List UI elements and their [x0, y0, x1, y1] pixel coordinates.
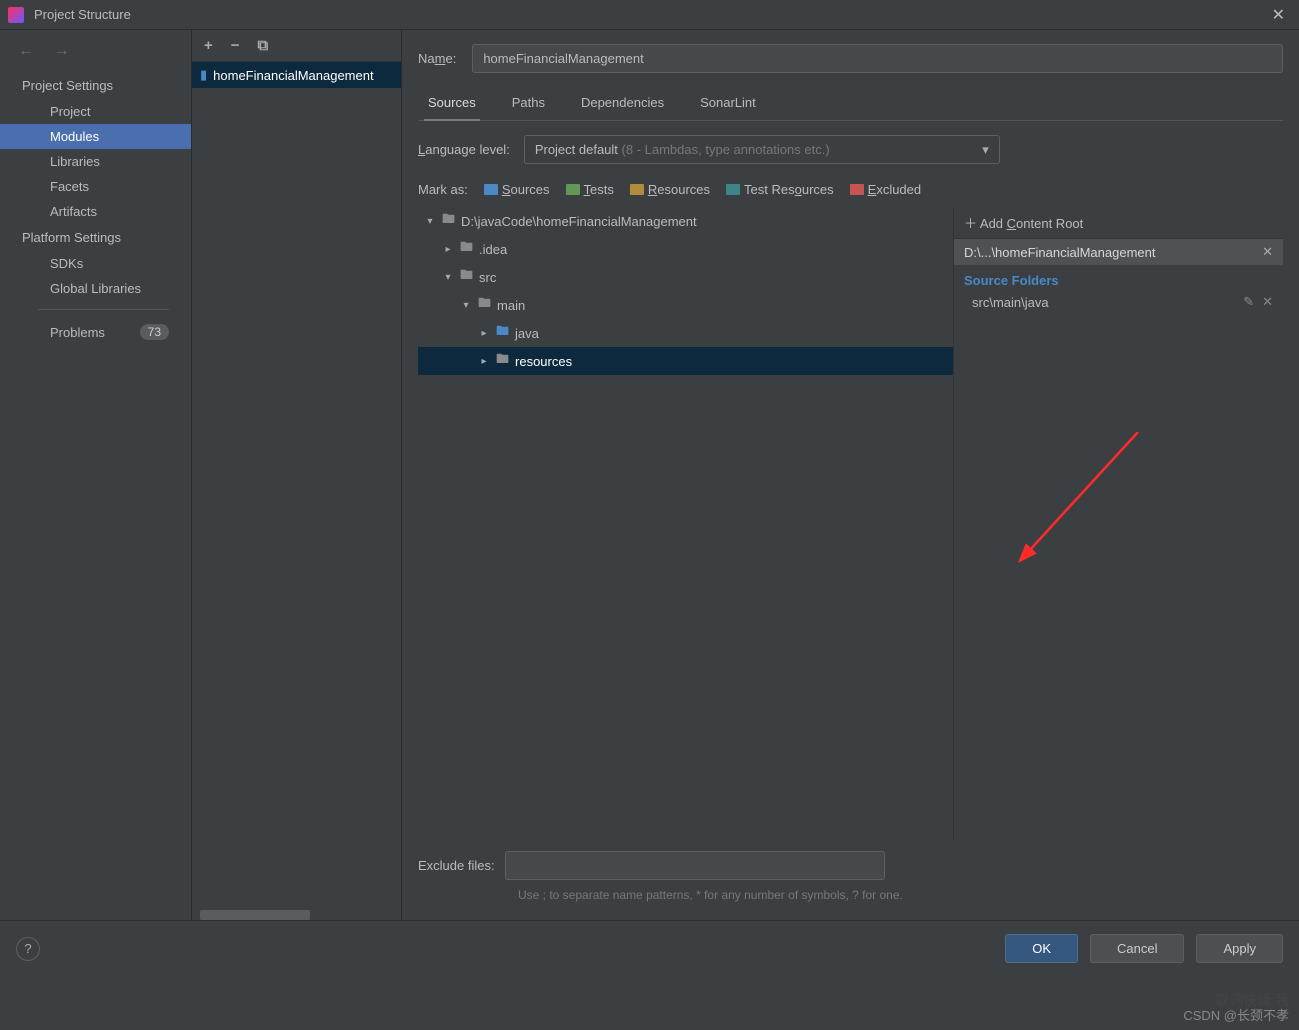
nav-facets[interactable]: Facets	[0, 174, 191, 199]
left-sidebar: ← → Project Settings Project Modules Lib…	[0, 30, 192, 920]
language-level-hint: (8 - Lambdas, type annotations etc.)	[618, 142, 830, 157]
folder-icon: 🖿	[460, 266, 473, 288]
help-button[interactable]: ?	[16, 937, 40, 961]
window-title: Project Structure	[34, 7, 1266, 22]
folder-icon: 🖿	[442, 210, 455, 232]
close-icon[interactable]: ✕	[1266, 5, 1291, 25]
language-level-label: Language level:	[418, 142, 510, 157]
section-project-settings: Project Settings	[0, 72, 191, 99]
cancel-button[interactable]: Cancel	[1090, 934, 1184, 963]
mark-sources[interactable]: Sources	[484, 182, 550, 197]
remove-root-icon[interactable]: ✕	[1262, 244, 1273, 260]
scrollbar-thumb[interactable]	[200, 910, 310, 920]
problems-label: Problems	[50, 325, 105, 340]
mark-tests[interactable]: Tests	[566, 182, 614, 197]
nav-sdks[interactable]: SDKs	[0, 251, 191, 276]
add-content-root-button[interactable]: ＋ Add Content Root	[954, 207, 1283, 239]
tree-src[interactable]: ▾🖿src	[418, 263, 953, 291]
bottom-bar: ? OK Cancel Apply	[0, 920, 1299, 976]
module-tabs: Sources Paths Dependencies SonarLint	[418, 89, 1283, 121]
module-item[interactable]: ▮ homeFinancialManagement	[192, 62, 401, 88]
excluded-swatch-icon	[850, 184, 864, 195]
watermark: 取词快译 我 CSDN @长颈不孝	[1183, 1005, 1289, 1024]
tab-sonarlint[interactable]: SonarLint	[696, 89, 760, 120]
tests-swatch-icon	[566, 184, 580, 195]
titlebar: Project Structure ✕	[0, 0, 1299, 30]
folder-icon: 🖿	[478, 294, 491, 316]
section-platform-settings: Platform Settings	[0, 224, 191, 251]
ok-button[interactable]: OK	[1005, 934, 1078, 963]
content-root-path: D:\...\homeFinancialManagement	[964, 245, 1155, 260]
resources-swatch-icon	[630, 184, 644, 195]
tree-resources[interactable]: ▸🖿resources	[418, 347, 953, 375]
module-name: homeFinancialManagement	[213, 68, 373, 83]
nav-back-icon[interactable]: ←	[18, 42, 34, 59]
apply-button[interactable]: Apply	[1196, 934, 1283, 963]
nav-modules[interactable]: Modules	[0, 124, 191, 149]
tab-dependencies[interactable]: Dependencies	[577, 89, 668, 120]
remove-module-icon[interactable]: −	[231, 37, 240, 54]
tree-main[interactable]: ▾🖿main	[418, 291, 953, 319]
nav-global-libraries[interactable]: Global Libraries	[0, 276, 191, 301]
modules-toolbar: + − ⧉	[192, 30, 401, 62]
mark-as-label: Mark as:	[418, 182, 468, 197]
nav-artifacts[interactable]: Artifacts	[0, 199, 191, 224]
mark-excluded[interactable]: Excluded	[850, 182, 921, 197]
source-folder-path: src\main\java	[972, 295, 1049, 310]
problems-count-badge: 73	[140, 324, 169, 340]
source-tree[interactable]: ▾🖿D:\javaCode\homeFinancialManagement ▸🖿…	[418, 207, 953, 841]
nav-project[interactable]: Project	[0, 99, 191, 124]
module-name-input[interactable]	[472, 44, 1283, 73]
folder-icon: 🖿	[496, 350, 509, 372]
folder-icon: 🖿	[460, 238, 473, 260]
exclude-files-input[interactable]	[505, 851, 885, 880]
content-root-panel: ＋ Add Content Root D:\...\homeFinancialM…	[953, 207, 1283, 841]
nav-problems[interactable]: Problems 73	[0, 318, 191, 346]
tree-root[interactable]: ▾🖿D:\javaCode\homeFinancialManagement	[418, 207, 953, 235]
modules-panel: + − ⧉ ▮ homeFinancialManagement	[192, 30, 402, 920]
app-icon	[8, 7, 24, 23]
language-level-dropdown[interactable]: Project default (8 - Lambdas, type annot…	[524, 135, 1000, 164]
add-module-icon[interactable]: +	[204, 37, 213, 54]
folder-icon: ▮	[200, 67, 207, 83]
language-level-value: Project default	[535, 142, 618, 157]
copy-module-icon[interactable]: ⧉	[258, 37, 269, 54]
mark-test-resources[interactable]: Test Resources	[726, 182, 834, 197]
folder-icon: 🖿	[496, 322, 509, 344]
edit-icon[interactable]: ✎	[1243, 294, 1254, 310]
tab-paths[interactable]: Paths	[508, 89, 549, 120]
name-label: Name:	[418, 51, 456, 66]
exclude-files-label: Exclude files:	[418, 858, 495, 873]
content-root-item[interactable]: D:\...\homeFinancialManagement ✕	[954, 239, 1283, 265]
mark-resources[interactable]: Resources	[630, 182, 710, 197]
scrollbar-horizontal[interactable]	[192, 910, 401, 920]
source-folder-item[interactable]: src\main\java ✎ ✕	[954, 292, 1283, 312]
tree-java[interactable]: ▸🖿java	[418, 319, 953, 347]
nav-forward-icon[interactable]: →	[54, 42, 70, 59]
tree-idea[interactable]: ▸🖿.idea	[418, 235, 953, 263]
divider	[38, 309, 169, 310]
test-resources-swatch-icon	[726, 184, 740, 195]
tab-sources[interactable]: Sources	[424, 89, 480, 120]
nav-libraries[interactable]: Libraries	[0, 149, 191, 174]
exclude-hint: Use ; to separate name patterns, * for a…	[418, 880, 1283, 910]
source-folders-header: Source Folders	[954, 265, 1283, 292]
remove-icon[interactable]: ✕	[1262, 294, 1273, 310]
sources-swatch-icon	[484, 184, 498, 195]
module-detail-panel: Name: Sources Paths Dependencies SonarLi…	[402, 30, 1299, 920]
